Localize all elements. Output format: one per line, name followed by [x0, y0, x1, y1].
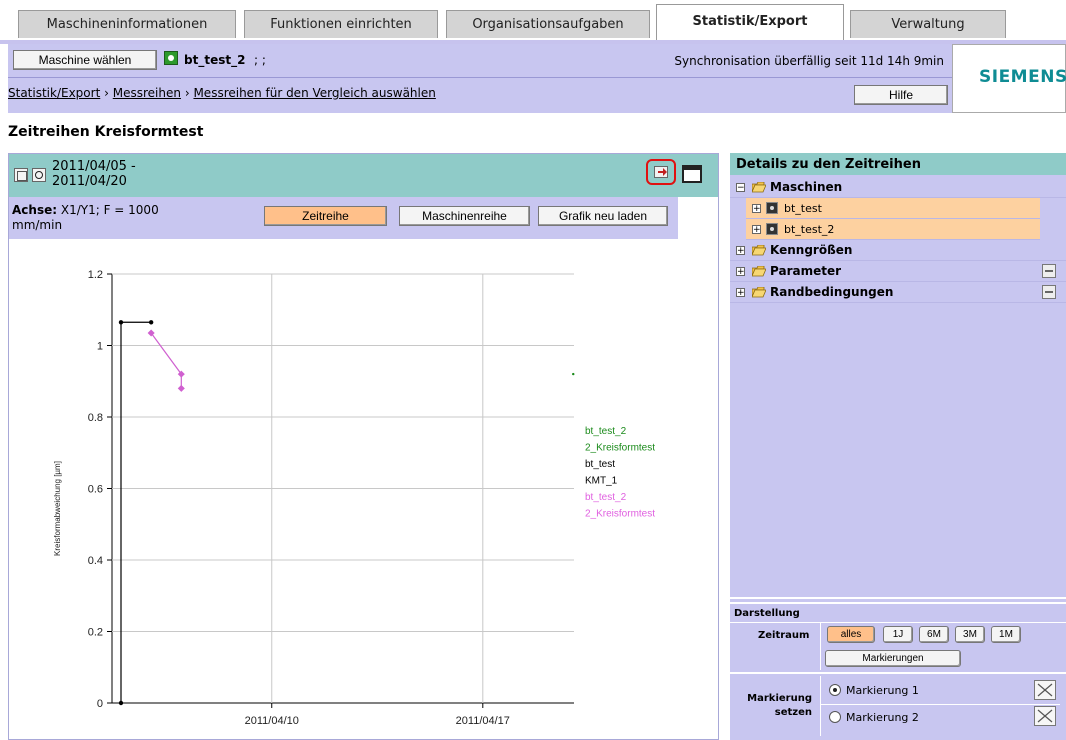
tab-bar: Maschineninformationen Funktionen einric… — [0, 0, 1066, 44]
tree-kenngroessen[interactable]: + Kenngrößen — [730, 240, 1066, 261]
tab-maschineninformationen[interactable]: Maschineninformationen — [18, 10, 236, 38]
range-1j-button[interactable]: 1J — [883, 626, 913, 643]
series-line — [150, 332, 182, 389]
tab-verwaltung[interactable]: Verwaltung — [850, 10, 1006, 38]
help-button[interactable]: Hilfe — [854, 85, 948, 105]
tab-funktionen-einrichten[interactable]: Funktionen einrichten — [244, 10, 438, 38]
markierung-2-label: Markierung 2 — [846, 711, 919, 724]
range-6m-button[interactable]: 6M — [919, 626, 949, 643]
breadcrumb-messreihen[interactable]: Messreihen — [113, 86, 181, 100]
darstellung-title: Darstellung — [734, 608, 800, 619]
y-tick-label: 1.2 — [88, 269, 103, 281]
divider — [730, 602, 1066, 604]
page-title: Zeitreihen Kreisformtest — [8, 124, 204, 140]
folder-icon — [751, 244, 767, 256]
siemens-logo: SIEMENS — [952, 44, 1066, 113]
machine-status-icon — [164, 51, 178, 65]
tree-machine-bt-test-2[interactable]: + bt_test_2 — [746, 219, 1040, 240]
markierungen-button[interactable]: Markierungen — [825, 650, 961, 667]
legend-entry: bt_test_2 — [585, 492, 627, 503]
data-point — [572, 372, 575, 376]
edit-icon[interactable] — [1042, 264, 1056, 278]
tree-maschinen[interactable]: − Maschinen — [730, 177, 1066, 198]
markierung-setzen-label: Markierung setzen — [747, 693, 812, 718]
folder-open-icon — [751, 181, 767, 193]
y-tick-label: 0 — [97, 698, 103, 710]
series-line — [120, 321, 152, 703]
breadcrumb-separator: › — [104, 86, 109, 100]
legend-entry: 2_Kreisformtest — [585, 509, 655, 520]
edit-icon[interactable] — [1042, 285, 1056, 299]
data-point — [148, 320, 154, 325]
timeseries-chart: 00.20.40.60.811.22011/04/102011/04/17Apr… — [53, 269, 655, 727]
x-tick-label: 2011/04/17 — [456, 715, 510, 727]
legend-entry: 2_Kreisformtest — [585, 443, 655, 454]
data-point — [118, 700, 124, 706]
expand-icon[interactable]: + — [736, 246, 745, 256]
tab-organisationsaufgaben[interactable]: Organisationsaufgaben — [446, 10, 650, 38]
divider — [820, 676, 821, 736]
legend-entry: bt_test_2 — [585, 426, 627, 437]
machine-select-button[interactable]: Maschine wählen — [13, 50, 157, 70]
markierung-1-label: Markierung 1 — [846, 684, 919, 697]
expand-icon[interactable]: + — [752, 225, 761, 235]
y-axis-label: Kreisformabweichung [µm] — [53, 461, 62, 556]
markierung-1-radio[interactable] — [829, 684, 841, 696]
breadcrumb-vergleich[interactable]: Messreihen für den Vergleich auswählen — [193, 86, 435, 100]
breadcrumb-statistik-export[interactable]: Statistik/Export — [8, 86, 100, 100]
range-1m-button[interactable]: 1M — [991, 626, 1021, 643]
expand-icon[interactable]: + — [752, 204, 761, 214]
header-bar: Maschine wählen bt_test_2 ; ; Synchronis… — [8, 44, 952, 113]
clear-markierung-1-icon[interactable] — [1034, 680, 1056, 700]
divider — [820, 704, 1060, 705]
details-panel-header: Details zu den Zeitreihen — [730, 153, 1066, 175]
divider — [730, 597, 1066, 599]
expand-icon[interactable]: + — [736, 267, 745, 277]
machine-icon — [766, 202, 778, 214]
y-tick-label: 0.2 — [88, 627, 103, 639]
zeitraum-label: Zeitraum — [758, 630, 810, 641]
sync-status: Synchronisation überfällig seit 11d 14h … — [674, 54, 944, 68]
expand-icon[interactable]: + — [736, 288, 745, 298]
collapse-icon[interactable]: − — [736, 183, 745, 193]
divider — [820, 622, 821, 670]
data-point — [118, 320, 124, 325]
header-divider — [8, 77, 952, 78]
folder-icon — [751, 265, 767, 277]
breadcrumb: Statistik/Export › Messreihen › Messreih… — [8, 86, 436, 100]
machine-icon — [766, 223, 778, 235]
legend-entry: KMT_1 — [585, 476, 618, 487]
machine-suffix: ; ; — [254, 53, 266, 67]
markierung-2-radio[interactable] — [829, 711, 841, 723]
details-title: Details zu den Zeitreihen — [736, 157, 921, 172]
tree-randbedingungen[interactable]: + Randbedingungen — [730, 282, 1066, 303]
legend-entry: bt_test — [585, 459, 615, 470]
range-alles-button[interactable]: alles — [827, 626, 875, 643]
y-tick-label: 1 — [97, 341, 103, 353]
breadcrumb-separator: › — [184, 86, 190, 100]
tree-machine-bt-test[interactable]: + bt_test — [746, 198, 1040, 219]
tab-statistik-export[interactable]: Statistik/Export — [656, 4, 844, 44]
clear-markierung-2-icon[interactable] — [1034, 706, 1056, 726]
data-point — [177, 384, 185, 392]
x-tick-label: 2011/04/10 — [245, 715, 299, 727]
divider — [730, 622, 1066, 623]
y-tick-label: 0.8 — [88, 412, 103, 424]
divider — [730, 672, 1066, 674]
machine-name: bt_test_2 — [184, 53, 246, 67]
tree-parameter[interactable]: + Parameter — [730, 261, 1066, 282]
y-tick-label: 0.4 — [88, 555, 103, 567]
y-tick-label: 0.6 — [88, 484, 103, 496]
range-3m-button[interactable]: 3M — [955, 626, 985, 643]
folder-icon — [751, 286, 767, 298]
